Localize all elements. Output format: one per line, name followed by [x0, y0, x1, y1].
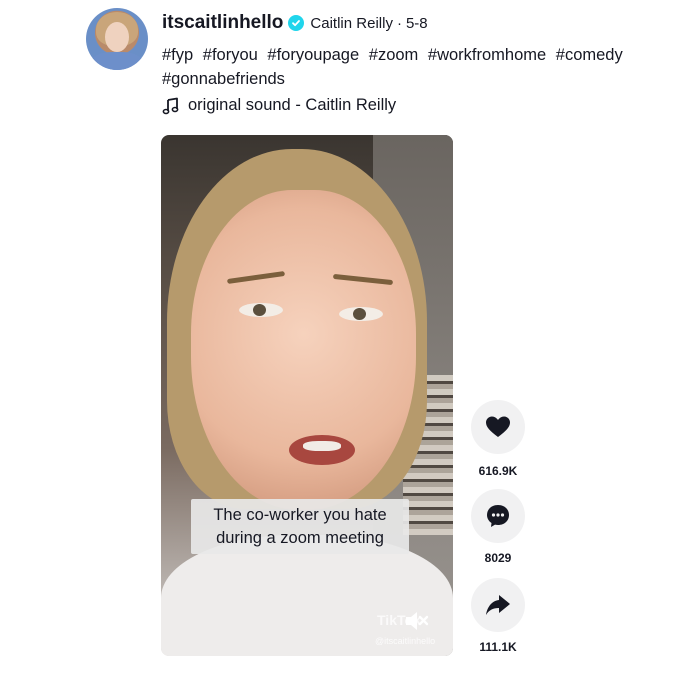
video-header: itscaitlinhello Caitlin Reilly · 5-8 #fy…: [162, 12, 682, 91]
video-person-eye: [239, 303, 283, 317]
comment-button[interactable]: [471, 489, 525, 543]
heart-icon: [486, 416, 510, 437]
speaker-muted-icon: [406, 612, 429, 630]
avatar-face: [105, 22, 129, 52]
share-button[interactable]: [471, 578, 525, 632]
like-button[interactable]: [471, 400, 525, 454]
post-date: 5-8: [405, 14, 428, 32]
music-note-icon: [162, 97, 179, 114]
verified-badge-icon: [288, 15, 305, 31]
video-person-eye: [339, 307, 383, 321]
hashtag-link[interactable]: #fyp: [162, 46, 193, 64]
hashtag-link[interactable]: #zoom: [369, 46, 419, 64]
watermark-username: @itscaitlinhello: [375, 636, 436, 646]
video-caption: The co-worker you hate during a zoom mee…: [191, 499, 409, 554]
author-nickname[interactable]: Caitlin Reilly: [310, 15, 393, 32]
comment-icon: [487, 505, 509, 527]
author-row: itscaitlinhello Caitlin Reilly · 5-8: [162, 12, 682, 34]
like-count: 616.9K: [478, 464, 518, 478]
hashtag-link[interactable]: #comedy: [556, 46, 623, 64]
comment-count: 8029: [484, 551, 512, 565]
hashtag-link[interactable]: #workfromhome: [428, 46, 546, 64]
author-username[interactable]: itscaitlinhello: [162, 12, 283, 34]
mute-button[interactable]: [404, 609, 430, 633]
avatar-shirt: [90, 52, 144, 70]
share-arrow-icon: [486, 595, 510, 615]
avatar[interactable]: [86, 8, 148, 70]
video-description: #fyp #foryou #foryoupage #zoom #workfrom…: [162, 43, 662, 91]
hashtag-link[interactable]: #foryoupage: [267, 46, 359, 64]
hashtag-link[interactable]: #foryou: [203, 46, 258, 64]
share-count: 111.1K: [479, 640, 517, 654]
music-label: original sound - Caitlin Reilly: [188, 96, 397, 114]
separator-dot: ·: [396, 14, 402, 32]
video-player[interactable]: [161, 135, 453, 656]
hashtag-link[interactable]: #gonnabefriends: [162, 70, 285, 88]
video-person-mouth: [289, 435, 355, 465]
music-link[interactable]: original sound - Caitlin Reilly: [162, 96, 396, 115]
